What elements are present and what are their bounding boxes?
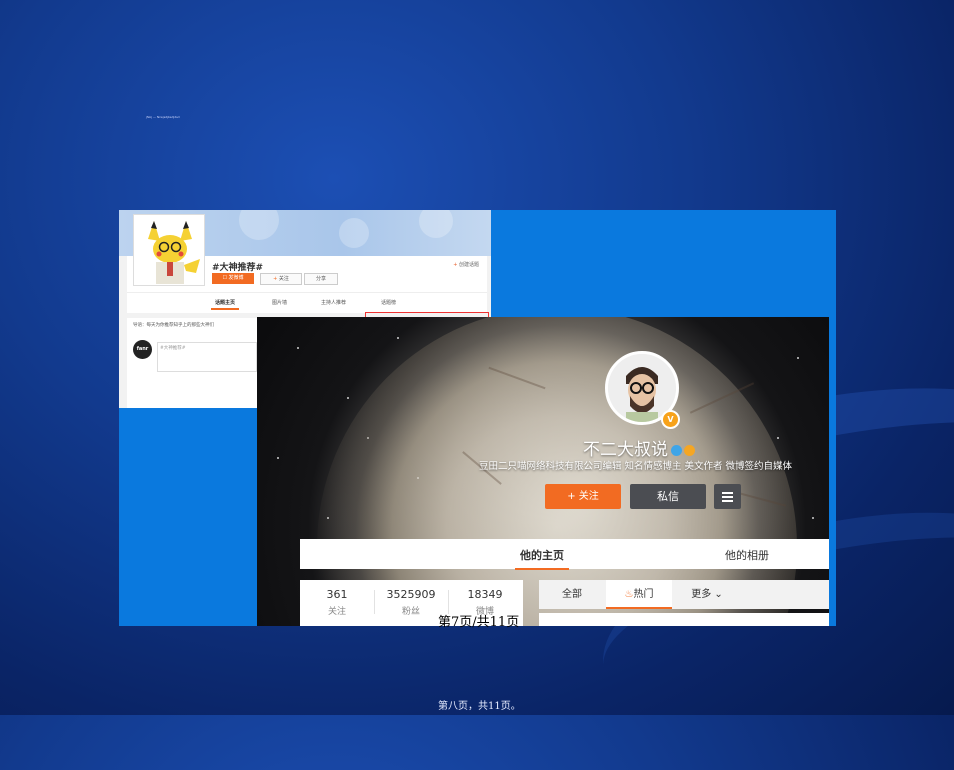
member-icon [684, 444, 695, 456]
profile-tabs: 他的主页 他的相册 [300, 539, 829, 570]
topic-bottom-panel [127, 386, 257, 408]
verified-icon: V [661, 410, 680, 429]
screenshot-canvas: #大神推荐# + 创建话题 ☐ 发微博 + 关注 分享 话题主页 图片墙 主持人… [119, 210, 836, 626]
user-avatar: fanr [133, 340, 152, 359]
follow-button[interactable]: + 关注 [545, 484, 621, 509]
topic-title: #大神推荐# [212, 263, 264, 273]
feed-tabs: 全部 ♨热门 更多 ⌄ [539, 580, 829, 609]
message-button[interactable]: 私信 [630, 484, 706, 509]
follow-topic-button[interactable]: + 关注 [260, 273, 302, 285]
guide-text: 导语：每天为你推荐知乎上的那些大神们 [133, 323, 214, 328]
post-input[interactable]: #大神推荐# [157, 342, 257, 372]
menu-icon[interactable] [714, 484, 741, 509]
stat-following[interactable]: 361 关注 [300, 588, 374, 617]
page-number: 第7页/共11页 [438, 615, 520, 630]
chevron-down-icon: ⌄ [714, 589, 723, 600]
topic-tabs: 话题主页 图片墙 主持人推荐 话题榜 [127, 292, 487, 313]
tab-topic-ranking[interactable]: 话题榜 [381, 299, 396, 306]
feed-body [539, 613, 829, 626]
stat-fans[interactable]: 3525909 粉丝 [374, 588, 448, 617]
profile-name: 不二大叔说 [583, 435, 695, 460]
publish-button[interactable]: ☐ 发微博 [212, 273, 254, 284]
share-button[interactable]: 分享 [304, 273, 338, 285]
tab-his-album[interactable]: 他的相册 [725, 547, 769, 563]
feed-tab-hot[interactable]: ♨热门 [606, 580, 672, 609]
profile-description: 豆田二只喵网络科技有限公司编辑 知名情感博主 美文作者 微博签约自媒体 [479, 461, 793, 472]
slide-title: jfskj — Nrwjsdjbsdjdsd [146, 115, 180, 119]
slide-footer: 第八页，共11页。 [438, 701, 521, 712]
feed-tab-all[interactable]: 全部 [539, 580, 605, 609]
tab-photo-wall[interactable]: 图片墙 [272, 299, 287, 306]
tab-topic-home[interactable]: 话题主页 [210, 299, 240, 310]
tab-his-home[interactable]: 他的主页 [515, 547, 569, 570]
create-topic-link[interactable]: + 创建话题 [453, 261, 479, 268]
topic-avatar [133, 214, 205, 286]
profile-page-screenshot: V 不二大叔说 豆田二只喵网络科技有限公司编辑 知名情感博主 美文作者 微博签约… [257, 317, 829, 626]
tab-host-picks[interactable]: 主持人推荐 [321, 299, 346, 306]
weibo-icon [671, 444, 682, 456]
feed-tab-more[interactable]: 更多 ⌄ [679, 580, 735, 609]
